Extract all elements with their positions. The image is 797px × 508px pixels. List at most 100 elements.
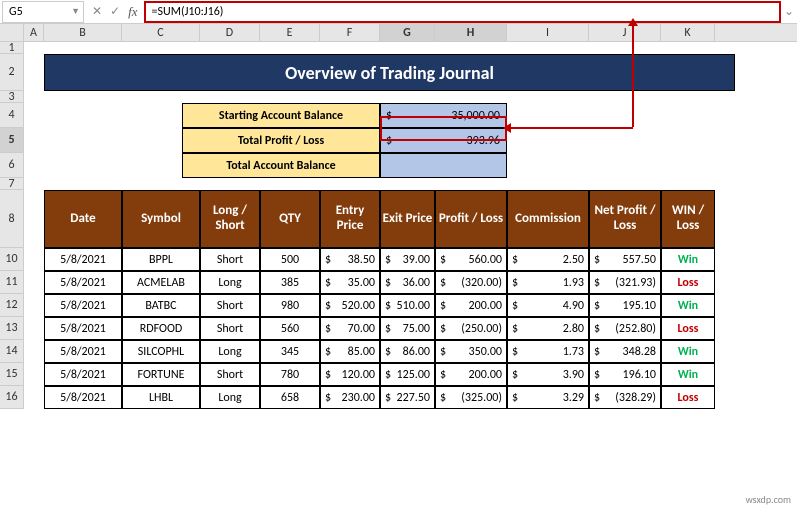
cell-exit[interactable]: $39.00 bbox=[380, 248, 435, 271]
cell-commission[interactable]: $3.29 bbox=[507, 386, 589, 409]
row-5[interactable]: 5 bbox=[0, 128, 24, 153]
col-D[interactable]: D bbox=[200, 24, 260, 41]
row-13[interactable]: 13 bbox=[0, 317, 24, 340]
cell-commission[interactable]: $3.90 bbox=[507, 363, 589, 386]
row-6[interactable]: 6 bbox=[0, 153, 24, 178]
col-I[interactable]: I bbox=[507, 24, 589, 41]
cell-date[interactable]: 5/8/2021 bbox=[44, 294, 122, 317]
cell-pl[interactable]: $200.00 bbox=[435, 363, 507, 386]
cell-qty[interactable]: 500 bbox=[260, 248, 320, 271]
formula-input[interactable]: =SUM(J10:J16) bbox=[144, 1, 781, 23]
row-16[interactable]: 16 bbox=[0, 386, 24, 409]
th-net[interactable]: Net Profit / Loss bbox=[589, 190, 661, 248]
col-A[interactable]: A bbox=[24, 24, 44, 41]
cell-exit[interactable]: $86.00 bbox=[380, 340, 435, 363]
starting-balance-label[interactable]: Starting Account Balance bbox=[182, 103, 380, 128]
th-winloss[interactable]: WIN / Loss bbox=[661, 190, 715, 248]
cell-qty[interactable]: 560 bbox=[260, 317, 320, 340]
name-box[interactable]: G5 ▼ bbox=[2, 1, 84, 23]
row-2[interactable]: 2 bbox=[0, 54, 24, 91]
cell-entry[interactable]: $35.00 bbox=[320, 271, 380, 294]
th-symbol[interactable]: Symbol bbox=[122, 190, 200, 248]
cell-date[interactable]: 5/8/2021 bbox=[44, 363, 122, 386]
cell-net[interactable]: $(252.80) bbox=[589, 317, 661, 340]
cell-symbol[interactable]: ACMELAB bbox=[122, 271, 200, 294]
th-pl[interactable]: Profit / Loss bbox=[435, 190, 507, 248]
cell-date[interactable]: 5/8/2021 bbox=[44, 271, 122, 294]
cell-entry[interactable]: $520.00 bbox=[320, 294, 380, 317]
cell-pl[interactable]: $(320.00) bbox=[435, 271, 507, 294]
cell-exit[interactable]: $125.00 bbox=[380, 363, 435, 386]
cell-long-short[interactable]: Long bbox=[200, 340, 260, 363]
cell-qty[interactable]: 980 bbox=[260, 294, 320, 317]
cell-date[interactable]: 5/8/2021 bbox=[44, 317, 122, 340]
total-balance-label[interactable]: Total Account Balance bbox=[182, 153, 380, 178]
name-box-dropdown-icon[interactable]: ▼ bbox=[71, 6, 83, 17]
total-balance-value[interactable] bbox=[380, 153, 507, 178]
cell-symbol[interactable]: BATBC bbox=[122, 294, 200, 317]
col-E[interactable]: E bbox=[260, 24, 320, 41]
cell-entry[interactable]: $38.50 bbox=[320, 248, 380, 271]
cell-long-short[interactable]: Long bbox=[200, 386, 260, 409]
cell-pl[interactable]: $560.00 bbox=[435, 248, 507, 271]
cell-winloss[interactable]: Win bbox=[661, 294, 715, 317]
cell-net[interactable]: $(328.29) bbox=[589, 386, 661, 409]
cell-commission[interactable]: $2.50 bbox=[507, 248, 589, 271]
col-J[interactable]: J bbox=[589, 24, 661, 41]
fx-icon[interactable]: fx bbox=[128, 4, 143, 20]
cell-date[interactable]: 5/8/2021 bbox=[44, 340, 122, 363]
col-B[interactable]: B bbox=[44, 24, 122, 41]
cell-symbol[interactable]: BPPL bbox=[122, 248, 200, 271]
cell-entry[interactable]: $120.00 bbox=[320, 363, 380, 386]
col-G[interactable]: G bbox=[380, 24, 435, 41]
cell-qty[interactable]: 658 bbox=[260, 386, 320, 409]
row-12[interactable]: 12 bbox=[0, 294, 24, 317]
cell-winloss[interactable]: Loss bbox=[661, 317, 715, 340]
expand-formula-icon[interactable]: ⌄ bbox=[781, 4, 797, 19]
cell-commission[interactable]: $1.73 bbox=[507, 340, 589, 363]
row-7[interactable]: 7 bbox=[0, 178, 24, 190]
cell-pl[interactable]: $350.00 bbox=[435, 340, 507, 363]
cancel-icon[interactable]: ✕ bbox=[92, 4, 102, 19]
cell-exit[interactable]: $510.00 bbox=[380, 294, 435, 317]
cell-exit[interactable]: $227.50 bbox=[380, 386, 435, 409]
th-commission[interactable]: Commission bbox=[507, 190, 589, 248]
row-4[interactable]: 4 bbox=[0, 103, 24, 128]
cell-commission[interactable]: $2.80 bbox=[507, 317, 589, 340]
cell-winloss[interactable]: Loss bbox=[661, 271, 715, 294]
row-11[interactable]: 11 bbox=[0, 271, 24, 294]
cell-pl[interactable]: $200.00 bbox=[435, 294, 507, 317]
select-all[interactable] bbox=[0, 24, 24, 41]
cell-net[interactable]: $195.10 bbox=[589, 294, 661, 317]
cell-net[interactable]: $196.10 bbox=[589, 363, 661, 386]
th-entry[interactable]: Entry Price bbox=[320, 190, 380, 248]
col-F[interactable]: F bbox=[320, 24, 380, 41]
cell-exit[interactable]: $75.00 bbox=[380, 317, 435, 340]
cell-net[interactable]: $348.28 bbox=[589, 340, 661, 363]
cell-long-short[interactable]: Short bbox=[200, 248, 260, 271]
row-1[interactable]: 1 bbox=[0, 42, 24, 54]
row-10[interactable]: 10 bbox=[0, 248, 24, 271]
enter-icon[interactable]: ✓ bbox=[110, 4, 120, 19]
col-K[interactable]: K bbox=[661, 24, 715, 41]
row-3[interactable]: 3 bbox=[0, 91, 24, 103]
worksheet[interactable]: 1 2 Overview of Trading Journal 3 4 Star… bbox=[0, 42, 797, 409]
cell-symbol[interactable]: FORTUNE bbox=[122, 363, 200, 386]
cell-symbol[interactable]: SILCOPHL bbox=[122, 340, 200, 363]
cell-entry[interactable]: $230.00 bbox=[320, 386, 380, 409]
th-exit[interactable]: Exit Price bbox=[380, 190, 435, 248]
cell-winloss[interactable]: Win bbox=[661, 340, 715, 363]
cell-net[interactable]: $557.50 bbox=[589, 248, 661, 271]
cell-long-short[interactable]: Short bbox=[200, 294, 260, 317]
cell-symbol[interactable]: RDFOOD bbox=[122, 317, 200, 340]
row-14[interactable]: 14 bbox=[0, 340, 24, 363]
th-long-short[interactable]: Long / Short bbox=[200, 190, 260, 248]
row-8[interactable]: 8 bbox=[0, 190, 24, 248]
cell-exit[interactable]: $36.00 bbox=[380, 271, 435, 294]
cell-winloss[interactable]: Win bbox=[661, 248, 715, 271]
row-15[interactable]: 15 bbox=[0, 363, 24, 386]
cell-date[interactable]: 5/8/2021 bbox=[44, 386, 122, 409]
cell-commission[interactable]: $1.93 bbox=[507, 271, 589, 294]
th-qty[interactable]: QTY bbox=[260, 190, 320, 248]
th-date[interactable]: Date bbox=[44, 190, 122, 248]
